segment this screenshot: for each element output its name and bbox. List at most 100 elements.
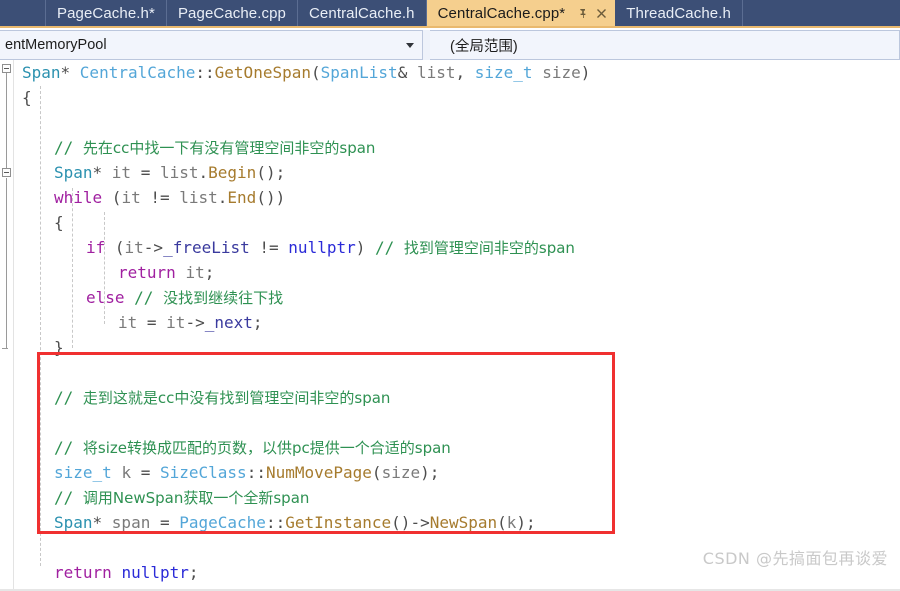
code-token: Begin bbox=[208, 163, 257, 182]
editor-tab-4[interactable]: ThreadCache.h bbox=[615, 0, 743, 26]
code-line[interactable]: Span* span = PageCache::GetInstance()->N… bbox=[0, 510, 900, 535]
member-scope-dropdown[interactable]: (全局范围) bbox=[430, 30, 900, 60]
code-line[interactable]: while (it != list.End()) bbox=[0, 185, 900, 210]
editor-tab-0[interactable]: PageCache.h* bbox=[46, 0, 167, 26]
code-line[interactable]: { bbox=[0, 210, 900, 235]
code-editor-surface[interactable]: Span* CentralCache::GetOneSpan(SpanList&… bbox=[0, 60, 900, 591]
code-token: ; bbox=[188, 563, 199, 582]
code-token: Span bbox=[54, 513, 93, 532]
code-token: 走到这就是cc中没有找到管理空间非空的span bbox=[82, 389, 391, 407]
code-token: k bbox=[506, 513, 517, 532]
code-token: :: bbox=[265, 513, 286, 532]
code-token: ( bbox=[371, 463, 382, 482]
editor-tab-2[interactable]: CentralCache.h bbox=[298, 0, 427, 26]
code-line[interactable]: Span* it = list.Begin(); bbox=[0, 160, 900, 185]
editor-tab-1[interactable]: PageCache.cpp bbox=[166, 0, 298, 26]
code-token: 没找到继续往下找 bbox=[163, 289, 284, 307]
code-line[interactable]: if (it->_freeList != nullptr) // 找到管理空间非… bbox=[0, 235, 900, 260]
code-line[interactable] bbox=[0, 110, 900, 135]
code-token: :: bbox=[246, 463, 266, 482]
project-scope-value: entMemoryPool bbox=[5, 37, 107, 53]
code-token: return bbox=[54, 563, 112, 582]
code-token: :: bbox=[195, 63, 215, 82]
code-token: -> bbox=[185, 313, 205, 332]
code-token: } bbox=[54, 338, 64, 357]
code-token: = bbox=[150, 513, 180, 532]
code-token: != bbox=[249, 238, 289, 257]
code-token: . bbox=[198, 163, 209, 182]
code-token: 将size转换成匹配的页数，以供pc提供一个合适的span bbox=[82, 439, 451, 457]
editor-tab-3[interactable]: CentralCache.cpp* bbox=[426, 0, 616, 26]
code-line[interactable]: // 走到这就是cc中没有找到管理空间非空的span bbox=[0, 385, 900, 410]
chevron-down-icon[interactable] bbox=[406, 43, 414, 48]
code-line[interactable]: // 先在cc中找一下有没有管理空间非空的span bbox=[0, 135, 900, 160]
code-line[interactable] bbox=[0, 360, 900, 385]
code-token: it bbox=[185, 263, 205, 282]
code-token: // bbox=[134, 288, 164, 307]
code-token: ); bbox=[516, 513, 536, 532]
code-token: = bbox=[137, 313, 167, 332]
pin-icon[interactable] bbox=[575, 5, 591, 21]
member-scope-value: (全局范围) bbox=[450, 38, 518, 55]
tab-list: PageCache.h* PageCache.cpp CentralCache.h C… bbox=[46, 0, 743, 26]
code-token: it bbox=[118, 313, 138, 332]
code-token: size_t bbox=[474, 63, 533, 82]
project-scope-dropdown[interactable]: entMemoryPool bbox=[0, 30, 423, 60]
code-token: list bbox=[159, 163, 199, 182]
code-token: 调用NewSpan获取一个全新span bbox=[82, 489, 310, 507]
code-text[interactable]: Span* CentralCache::GetOneSpan(SpanList&… bbox=[0, 60, 900, 591]
editor-tab-label: CentralCache.h bbox=[309, 4, 415, 22]
code-token: while bbox=[54, 188, 103, 207]
code-line[interactable]: else // 没找到继续往下找 bbox=[0, 285, 900, 310]
code-token: ()-> bbox=[391, 513, 430, 532]
editor-tab-label: ThreadCache.h bbox=[626, 4, 731, 22]
code-token: ( bbox=[105, 238, 125, 257]
code-token: Span bbox=[22, 63, 61, 82]
code-token: // bbox=[54, 388, 83, 407]
code-token: , bbox=[455, 63, 475, 82]
code-token: CentralCache bbox=[79, 63, 196, 82]
code-line[interactable]: Span* CentralCache::GetOneSpan(SpanList&… bbox=[0, 60, 900, 85]
code-token: * bbox=[60, 63, 80, 82]
code-token: 找到管理空间非空的span bbox=[403, 239, 575, 257]
editor-tab-label: PageCache.h* bbox=[57, 4, 155, 22]
code-token: it bbox=[121, 188, 141, 207]
code-token: ( bbox=[102, 188, 122, 207]
code-token: NewSpan bbox=[429, 513, 498, 532]
code-line[interactable]: } bbox=[0, 335, 900, 360]
code-token: list bbox=[416, 63, 456, 82]
code-token: * bbox=[92, 513, 112, 532]
code-token: SpanList bbox=[320, 63, 398, 82]
code-line[interactable]: size_t k = SizeClass::NumMovePage(size); bbox=[0, 460, 900, 485]
code-token: -> bbox=[143, 238, 164, 257]
code-token: it bbox=[124, 238, 144, 257]
code-token: ) bbox=[580, 63, 591, 82]
close-icon[interactable] bbox=[593, 5, 609, 21]
code-line[interactable]: return it; bbox=[0, 260, 900, 285]
code-token: . bbox=[217, 188, 228, 207]
code-token: size bbox=[381, 463, 421, 482]
code-line[interactable] bbox=[0, 410, 900, 435]
code-line[interactable]: // 将size转换成匹配的页数，以供pc提供一个合适的span bbox=[0, 435, 900, 460]
code-line[interactable]: { bbox=[0, 85, 900, 110]
code-line[interactable]: it = it->_next; bbox=[0, 310, 900, 335]
code-token: if bbox=[86, 238, 106, 257]
code-token: size bbox=[542, 63, 581, 82]
code-token: it bbox=[166, 313, 186, 332]
code-token: != bbox=[140, 188, 180, 207]
code-token: ; bbox=[252, 313, 263, 332]
csdn-watermark: CSDN @先搞面包再谈爱 bbox=[702, 549, 888, 568]
code-token: // bbox=[54, 438, 83, 457]
code-token: 先在cc中找一下有没有管理空间非空的span bbox=[82, 139, 376, 157]
code-token: ( bbox=[310, 63, 321, 82]
tab-strip-lead-spacer bbox=[0, 0, 46, 26]
code-token: // bbox=[54, 488, 83, 507]
code-token: * bbox=[92, 163, 112, 182]
code-token: ); bbox=[420, 463, 440, 482]
code-token: ()) bbox=[256, 188, 286, 207]
code-line[interactable]: // 调用NewSpan获取一个全新span bbox=[0, 485, 900, 510]
code-token: = bbox=[131, 163, 160, 182]
